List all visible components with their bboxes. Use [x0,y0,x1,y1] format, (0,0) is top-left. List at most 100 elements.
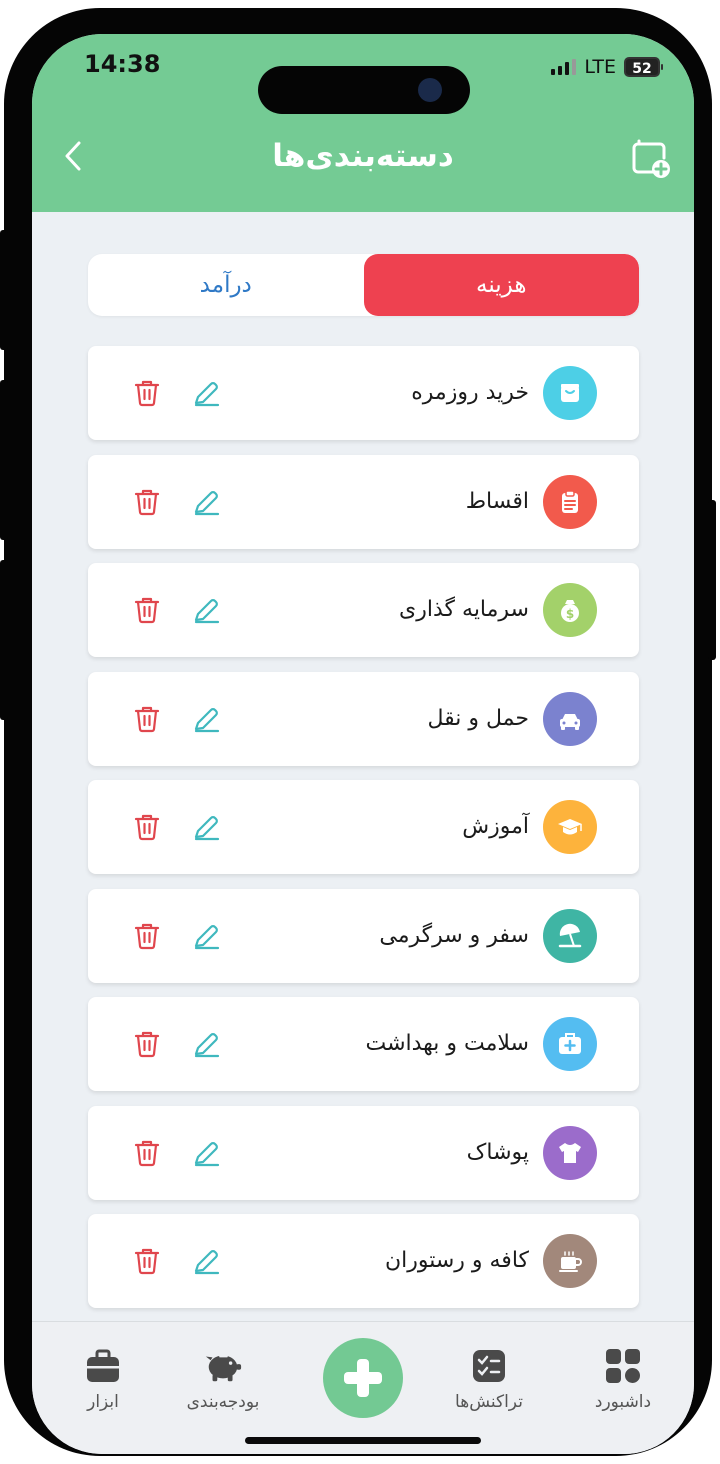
category-row[interactable]: آموزش [88,780,639,874]
pencil-icon [194,599,220,624]
dashboard-grid-icon [603,1346,643,1386]
pencil-icon [194,816,220,841]
type-tabs: درآمد هزینه [88,254,639,316]
trash-icon [134,489,160,515]
category-label: اقساط [465,488,529,514]
category-row[interactable]: $ سرمایه گذاری [88,563,639,657]
home-indicator [245,1437,481,1444]
trash-icon [134,706,160,732]
briefcase-icon [83,1346,123,1386]
phone-side-button [0,380,8,540]
category-label: سرمایه گذاری [399,597,529,622]
nav-budget-label: بودجه‌بندی [186,1392,260,1412]
pencil-icon [194,490,220,515]
delete-button[interactable] [132,595,162,625]
tshirt-icon [543,1125,597,1180]
category-label: کافه و رستوران [384,1248,529,1273]
phone-frame: 14:38 LTE 52 دسته‌بندی‌ها درآمد هزین [0,8,716,1456]
page-title: دسته‌بندی‌ها [272,138,454,174]
trash-icon [134,814,160,841]
coffee-cup-icon [543,1234,597,1288]
nav-transactions-label: تراکنش‌ها [455,1392,523,1412]
delete-button[interactable] [132,704,162,734]
clipboard-icon [543,474,597,529]
edit-button[interactable] [192,378,222,408]
delete-button[interactable] [132,1246,162,1276]
delete-button[interactable] [132,1029,162,1059]
category-row[interactable]: پوشاک [88,1105,639,1200]
edit-button[interactable] [192,595,222,625]
chevron-left-icon [65,141,81,171]
category-label: حمل و نقل [427,705,529,731]
delete-button[interactable] [132,921,162,951]
nav-dashboard[interactable]: داشبورد [568,1346,678,1412]
graduation-cap-icon [543,800,597,854]
tab-income[interactable]: درآمد [88,254,364,316]
add-category-icon [632,139,670,178]
delete-button[interactable] [132,487,162,517]
nav-dashboard-label: داشبورد [594,1392,652,1412]
category-label: آموزش [462,814,529,839]
svg-text:$: $ [566,607,574,621]
trash-icon [134,923,160,949]
bottom-nav: ابزار بودجه‌بندی تراکنش‌ها [32,1322,694,1454]
signal-icon [551,59,577,75]
category-row[interactable]: کافه و رستوران [88,1214,639,1308]
car-icon [543,691,597,746]
phone-side-button [708,500,716,660]
status-indicators: LTE 52 [551,56,663,78]
category-list: خرید روزمره اقساط $ سرمایه گذاری حمل و نقل آم… [88,346,639,1323]
app-header: 14:38 LTE 52 دسته‌بندی‌ها [32,34,694,212]
beach-umbrella-icon [543,908,597,963]
pencil-icon [194,1141,220,1166]
app-screen: 14:38 LTE 52 دسته‌بندی‌ها درآمد هزین [32,34,694,1454]
edit-button[interactable] [192,812,222,842]
category-label: پوشاک [466,1139,529,1165]
edit-button[interactable] [192,1246,222,1276]
edit-button[interactable] [192,704,222,734]
battery-icon: 52 [624,57,663,77]
money-bag-icon: $ [543,583,597,637]
category-row[interactable]: خرید روزمره [88,346,639,440]
add-transaction-button[interactable] [323,1338,403,1418]
first-aid-kit-icon [543,1017,597,1071]
delete-button[interactable] [132,812,162,842]
add-category-button[interactable] [630,138,670,178]
phone-side-button [0,230,8,350]
edit-button[interactable] [192,487,222,517]
nav-transactions[interactable]: تراکنش‌ها [434,1346,544,1412]
pencil-icon [194,382,220,407]
trash-icon [134,1140,160,1166]
tab-expense[interactable]: هزینه [363,254,639,316]
status-time: 14:38 [84,50,161,78]
trash-icon [134,597,160,624]
category-row[interactable]: سلامت و بهداشت [88,997,639,1091]
dynamic-island [258,66,470,114]
edit-button[interactable] [192,1138,222,1168]
category-label: سلامت و بهداشت [365,1031,529,1056]
camera-icon [418,78,442,102]
trash-icon [134,1031,160,1058]
piggy-bank-icon [203,1346,243,1386]
pencil-icon [194,1250,220,1275]
nav-tools[interactable]: ابزار [48,1346,158,1412]
nav-tools-label: ابزار [87,1392,119,1412]
trash-icon [134,1248,160,1275]
delete-button[interactable] [132,1138,162,1168]
nav-budget[interactable]: بودجه‌بندی [168,1346,278,1412]
pencil-icon [194,707,220,732]
category-label: سفر و سرگرمی [379,922,529,948]
delete-button[interactable] [132,378,162,408]
category-row[interactable]: اقساط [88,454,639,549]
edit-button[interactable] [192,1029,222,1059]
network-label: LTE [584,56,616,78]
category-row[interactable]: سفر و سرگرمی [88,888,639,983]
shopping-box-icon [543,366,597,420]
back-button[interactable] [62,140,86,172]
checklist-icon [469,1346,509,1386]
pencil-icon [194,1033,220,1058]
category-label: خرید روزمره [411,380,529,405]
plus-icon [344,1359,382,1397]
category-row[interactable]: حمل و نقل [88,671,639,766]
edit-button[interactable] [192,921,222,951]
